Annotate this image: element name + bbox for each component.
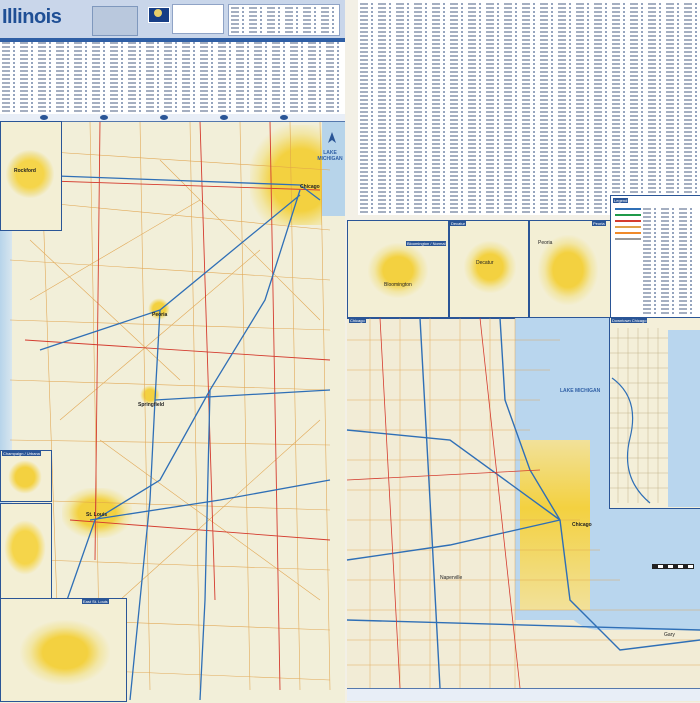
chicago-map-title: Chicago — [349, 318, 366, 323]
chicago-road-network — [346, 317, 700, 689]
lake-michigan-label: LAKE MICHIGAN — [560, 388, 600, 394]
bottom-grid-bar — [347, 688, 700, 701]
gary-label: Gary — [664, 632, 675, 638]
chicago-label: Chicago — [572, 522, 592, 528]
lake-michigan-label-text: LAKE MICHIGAN — [560, 388, 601, 394]
naperville-label: Naperville — [440, 575, 463, 581]
downtown-lake-michigan — [668, 330, 700, 507]
downtown-inset-title: Downtown Chicago — [611, 318, 648, 323]
scale-bar — [652, 564, 694, 569]
